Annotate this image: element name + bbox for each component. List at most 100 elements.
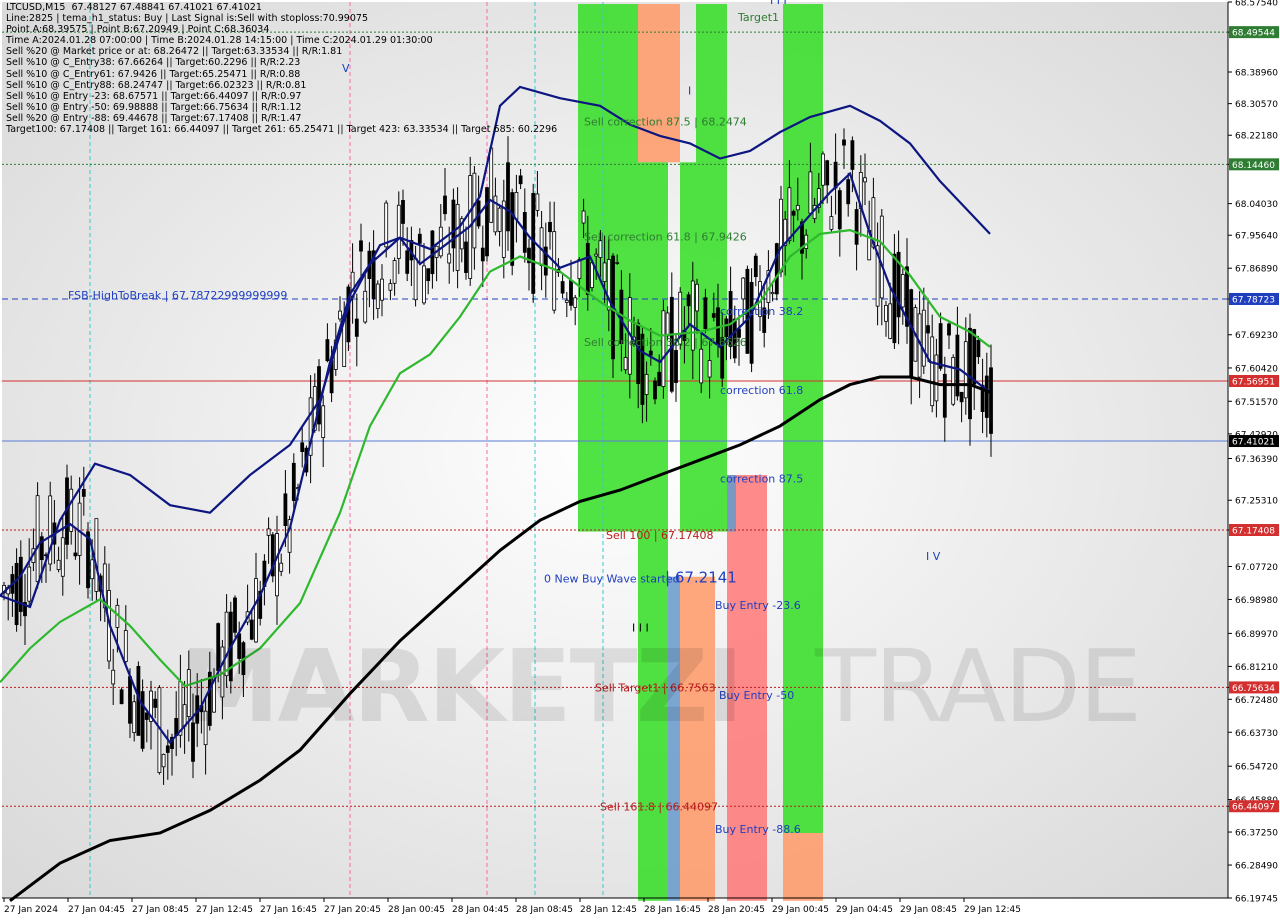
candle-body [300, 442, 305, 452]
candle-body [942, 373, 947, 418]
candle-body [657, 371, 662, 387]
candle-body [384, 202, 389, 248]
candle-body [506, 162, 510, 232]
candle-body [447, 253, 452, 264]
y-tick-label: 68.57540 [1235, 0, 1278, 9]
info-line: Sell %10 @ C_Entry61: 67.9426 || Target:… [6, 68, 301, 80]
candle-body [363, 290, 368, 323]
info-line: Sell %20 @ Market price or at: 68.26472 … [6, 46, 343, 58]
candle-body [266, 528, 271, 536]
candle-body [413, 258, 418, 301]
candle-body [354, 318, 359, 337]
candle-body [707, 360, 712, 378]
candle-body [497, 207, 502, 232]
chart-canvas: FSB-HighToBreak | 67.78722999999999 Targe… [0, 0, 1279, 915]
candle-body [938, 323, 943, 369]
candle-body [900, 274, 905, 308]
candle-body [275, 533, 279, 597]
candle-body [573, 297, 578, 308]
candle-body [594, 253, 599, 257]
candle-body [81, 488, 86, 497]
candle-body [430, 230, 435, 275]
info-line: Sell %10 @ Entry -23: 68.67571 || Target… [6, 90, 302, 102]
chart-annotation: 0 New Buy Wave started [544, 572, 680, 585]
y-tick-label: 67.86890 [1235, 265, 1278, 275]
candle-body [846, 179, 851, 205]
price-tag-label: 66.75634 [1232, 684, 1275, 694]
chart-annotation: Buy Entry -23.6 [715, 599, 801, 612]
chart-annotation: correction 61.8 [720, 384, 803, 397]
candle-body [955, 334, 960, 397]
candle-body [921, 309, 926, 367]
candle-body [787, 187, 792, 242]
candle-body [338, 310, 342, 320]
y-tick-label: 68.38960 [1235, 69, 1278, 79]
candle-body [581, 210, 586, 224]
candle-body [518, 175, 523, 185]
candle-body [165, 745, 170, 753]
y-tick-label: 68.04030 [1235, 200, 1278, 210]
y-tick-label: 67.60420 [1235, 364, 1278, 374]
candle-body [569, 280, 573, 306]
info-line: Target100: 67.17408 || Target 161: 66.44… [6, 124, 558, 136]
candle-body [779, 198, 783, 273]
x-tick-label: 27 Jan 08:45 [132, 905, 189, 915]
y-tick-label: 66.89970 [1235, 630, 1278, 640]
x-tick-label: 28 Jan 08:45 [516, 905, 573, 915]
candle-body [94, 518, 99, 592]
chart-annotation: Buy Entry -88.6 [715, 823, 801, 836]
candle-body [926, 325, 930, 334]
candle-body [909, 289, 914, 377]
candle-body [665, 312, 670, 337]
candle-body [623, 357, 628, 371]
candle-body [753, 255, 758, 278]
info-line: Point A:68.39575 | Point B:67.20949 | Po… [6, 24, 270, 36]
candle-body [695, 283, 699, 312]
price-tag-label: 67.78723 [1232, 295, 1275, 305]
info-line: Sell %20 @ Entry -88: 69.44678 || Target… [6, 112, 302, 124]
candle-body [947, 323, 951, 336]
x-tick-label: 27 Jan 12:45 [196, 905, 253, 915]
x-tick-label: 27 Jan 20:45 [324, 905, 381, 915]
chart-annotation: I V [926, 550, 941, 563]
y-tick-label: 66.37250 [1235, 829, 1278, 839]
candle-body [804, 234, 809, 249]
chart-annotation: Sell correction 38.2 | 67.6626 [584, 336, 747, 349]
y-tick-label: 68.30570 [1235, 100, 1278, 110]
candle-body [648, 350, 653, 356]
y-tick-label: 67.95640 [1235, 232, 1278, 242]
y-tick-label: 66.54720 [1235, 763, 1278, 773]
candle-body [321, 405, 326, 438]
info-line: Sell %10 @ C_Entry88: 68.24747 || Target… [6, 79, 307, 91]
info-line: Line:2825 | tema_h1_status: Buy | Last S… [6, 13, 368, 25]
x-tick-label: 28 Jan 00:45 [388, 905, 445, 915]
chart-annotation: Sell 100 | 67.17408 [606, 529, 714, 542]
candle-body [602, 262, 607, 282]
y-tick-label: 67.36390 [1235, 455, 1278, 465]
candle-body [699, 348, 704, 384]
candle-body [401, 199, 405, 224]
x-tick-label: 27 Jan 16:45 [260, 905, 317, 915]
candle-body [842, 139, 846, 146]
x-tick-label: 28 Jan 20:45 [708, 905, 765, 915]
info-line: Sell %10 @ Entry -50: 69.98888 || Target… [6, 101, 302, 113]
candle-body [514, 192, 519, 220]
candle-body [686, 294, 691, 307]
chart-annotation: Sell 161.8 | 66.44097 [600, 800, 718, 813]
candle-body [161, 753, 166, 768]
candle-body [825, 160, 830, 186]
price-tag-label: 67.17408 [1232, 527, 1275, 537]
candle-body [615, 262, 620, 264]
candle-body [989, 367, 993, 434]
candle-body [392, 260, 397, 284]
price-chart[interactable]: FSB-HighToBreak | 67.78722999999999 Targe… [0, 0, 1280, 920]
price-tag-label: 68.14460 [1232, 161, 1275, 171]
candle-body [132, 701, 137, 733]
y-tick-label: 66.98980 [1235, 596, 1278, 606]
candle-body [560, 281, 565, 294]
y-tick-label: 68.22180 [1235, 132, 1278, 142]
candle-body [279, 562, 284, 572]
info-panel: LTCUSD,M15 67.48127 67.48841 67.41021 67… [6, 2, 557, 135]
candle-body [510, 192, 515, 266]
y-tick-label: 66.63730 [1235, 729, 1278, 739]
